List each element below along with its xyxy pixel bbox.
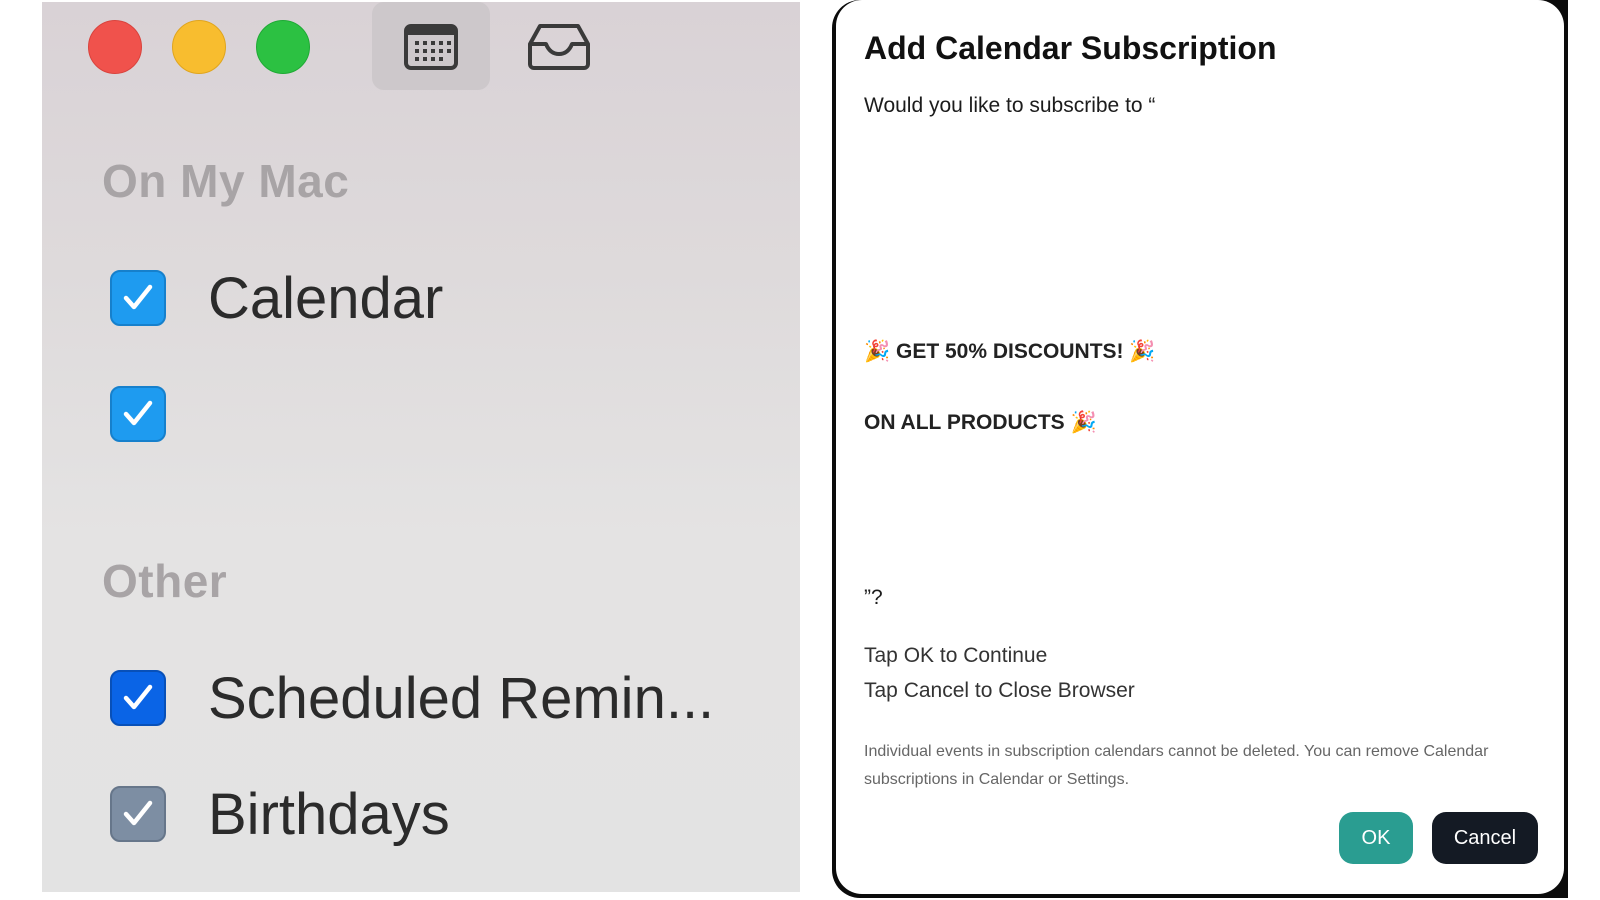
calendar-item-scheduled-reminders[interactable]: Scheduled Remin... [110, 665, 715, 731]
checkmark-icon [123, 284, 153, 310]
checkmark-icon [123, 684, 153, 710]
calendar-item-label: Calendar [208, 265, 444, 331]
dialog-note: Individual events in subscription calend… [864, 743, 1489, 788]
inbox-button[interactable] [500, 2, 618, 90]
window-close-button[interactable] [88, 20, 142, 74]
calendar-item-label: Scheduled Remin... [208, 665, 715, 731]
calendar-grid-icon [404, 24, 458, 70]
cancel-button[interactable]: Cancel [1432, 812, 1538, 864]
window-minimize-button[interactable] [172, 20, 226, 74]
calendar-item-label: Birthdays [208, 781, 450, 847]
checkmark-icon [123, 800, 153, 826]
subscription-dialog: Add Calendar Subscription Would you like… [836, 0, 1564, 894]
instruction-ok: Tap OK to Continue [864, 644, 1048, 667]
calendar-view-button[interactable] [372, 2, 490, 90]
checkmark-icon [123, 400, 153, 426]
section-title-on-my-mac: On My Mac [102, 155, 350, 207]
calendar-checkbox[interactable] [110, 270, 166, 326]
instruction-cancel: Tap Cancel to Close Browser [864, 679, 1135, 702]
calendar-item-birthdays[interactable]: Birthdays [110, 781, 450, 847]
dialog-title: Add Calendar Subscription [864, 30, 1277, 66]
ok-button[interactable]: OK [1339, 812, 1413, 864]
calendar-checkbox[interactable] [110, 386, 166, 442]
calendar-item-calendar[interactable]: Calendar [110, 265, 444, 331]
section-title-other: Other [102, 555, 228, 607]
promo-line-2: ON ALL PRODUCTS 🎉 [864, 411, 1097, 434]
calendar-checkbox[interactable] [110, 786, 166, 842]
calendar-checkbox[interactable] [110, 670, 166, 726]
calendar-sidebar: On My Mac Calendar Other Scheduled Remin… [42, 2, 800, 892]
inbox-tray-icon [528, 24, 590, 70]
dialog-question-end: ”? [864, 586, 883, 609]
calendar-item-unnamed[interactable] [110, 382, 208, 446]
window-zoom-button[interactable] [256, 20, 310, 74]
promo-line-1: 🎉 GET 50% DISCOUNTS! 🎉 [864, 340, 1156, 363]
dialog-question-start: Would you like to subscribe to “ [864, 94, 1156, 117]
